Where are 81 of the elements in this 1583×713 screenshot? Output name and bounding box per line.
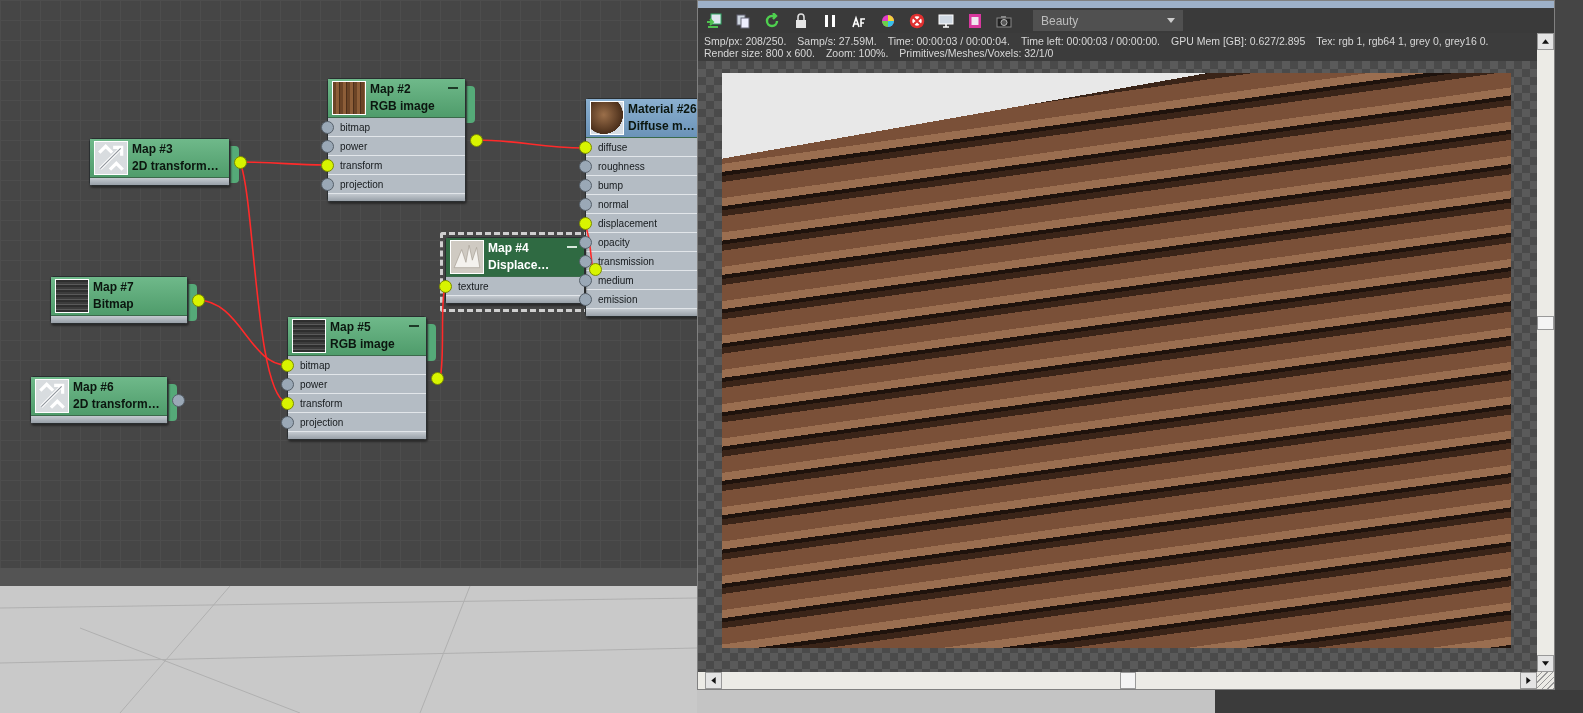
node-card[interactable]: Map #5 RGB image bitmap power transform projection: [287, 316, 427, 440]
node-title: Map #6: [73, 379, 115, 396]
render-stat: Render size: 800 x 600.: [704, 47, 815, 59]
port-label: roughness: [598, 160, 645, 172]
film-icon[interactable]: [967, 12, 983, 29]
port-label: medium: [598, 274, 634, 286]
node-card[interactable]: Map #7 Bitmap: [50, 276, 188, 324]
node-title: Map #2: [370, 81, 412, 98]
port-label: projection: [300, 416, 344, 428]
node-card[interactable]: Map #3 2D transform…: [89, 138, 230, 186]
render-stat: Smp/px: 208/250.: [704, 35, 787, 47]
transform-arrows-icon: [94, 141, 128, 175]
render-stat: Primitives/Meshes/Voxels: 32/1/0: [899, 47, 1054, 59]
scroll-right-button[interactable]: [1520, 672, 1537, 689]
port-label: diffuse: [598, 141, 628, 153]
wood-texture-placeholder: [332, 81, 366, 115]
node-type: Diffuse m…: [628, 118, 696, 135]
copy-icon[interactable]: [735, 12, 751, 29]
port-label: displacement: [598, 217, 657, 229]
port-label: transform: [300, 397, 343, 409]
scroll-down-button[interactable]: [1537, 655, 1554, 672]
port-label: bitmap: [340, 121, 370, 133]
vertical-scrollbar[interactable]: [1537, 33, 1554, 672]
left-arrow-icon: [710, 677, 717, 684]
node-card[interactable]: Map #6 2D transform…: [30, 376, 168, 424]
scroll-up-button[interactable]: [1537, 33, 1554, 50]
node-type: 2D transform…: [132, 158, 219, 175]
port-label: power: [300, 378, 328, 390]
sphere-preview-placeholder: [590, 101, 624, 135]
port-label: emission: [598, 293, 638, 305]
target-icon[interactable]: [909, 12, 925, 29]
render-stat: Samp/s: 27.59M.: [797, 35, 877, 47]
node-type: Bitmap: [93, 296, 134, 313]
pause-icon[interactable]: [822, 12, 838, 29]
port-label: projection: [340, 178, 384, 190]
displacement-preview-icon: [450, 240, 484, 274]
port-label: texture: [458, 280, 489, 292]
node-title: Map #3: [132, 141, 174, 158]
node-type: 2D transform…: [73, 396, 160, 413]
port-label: bitmap: [300, 359, 330, 371]
node-title: Material #26: [628, 101, 697, 118]
bark-texture-placeholder: [292, 319, 326, 353]
resize-grip[interactable]: [1537, 672, 1554, 689]
port-label: transform: [340, 159, 383, 171]
node-type: RGB image: [370, 98, 435, 115]
node-type: RGB image: [330, 336, 395, 353]
render-stat: Tex: rgb 1, rgb64 1, grey 0, grey16 0.: [1316, 35, 1489, 47]
caret-icon: [1167, 18, 1175, 23]
port-label: power: [340, 140, 368, 152]
port-label: normal: [598, 198, 629, 210]
transform-arrows-icon: [35, 379, 69, 413]
node-title: Map #4: [488, 240, 530, 257]
node-card[interactable]: Material #26 Diffuse m… diffuse roughness bump normal displacement opacity transmission medium emission: [585, 98, 697, 317]
render-stat: Time: 00:00:03 / 00:00:04.: [887, 35, 1010, 47]
node-type: Displace…: [488, 257, 550, 274]
render-pass-dropdown[interactable]: Beauty: [1033, 10, 1183, 31]
node-title: Map #5: [330, 319, 372, 336]
output-socket[interactable]: [431, 372, 444, 385]
port-label: opacity: [598, 236, 630, 248]
output-socket[interactable]: [470, 134, 483, 147]
scroll-thumb[interactable]: [1120, 672, 1136, 689]
scroll-left-button[interactable]: [705, 672, 722, 689]
bark-texture-placeholder: [55, 279, 89, 313]
horizontal-scrollbar[interactable]: [698, 672, 1554, 689]
port-label: bump: [598, 179, 623, 191]
node-card[interactable]: Map #2 RGB image bitmap power transform projection: [327, 78, 466, 202]
monitor-icon[interactable]: [938, 12, 954, 29]
color-wheel-icon[interactable]: [880, 12, 896, 29]
refresh-icon[interactable]: [764, 12, 780, 29]
render-stat: Zoom: 100%.: [825, 47, 889, 59]
node-card[interactable]: Map #4 Displace… texture: [445, 237, 585, 304]
render-stat: Time left: 00:00:03 / 00:00:00.: [1020, 35, 1160, 47]
scroll-thumb[interactable]: [1537, 316, 1554, 330]
down-arrow-icon: [1542, 660, 1549, 667]
port-label: transmission: [598, 255, 655, 267]
right-arrow-icon: [1525, 677, 1532, 684]
up-arrow-icon: [1542, 38, 1549, 45]
lock-icon[interactable]: [793, 12, 809, 29]
node-title: Map #7: [93, 279, 134, 296]
import-icon[interactable]: [706, 12, 722, 29]
render-stat: GPU Mem [GB]: 0.627/2.895: [1171, 35, 1306, 47]
